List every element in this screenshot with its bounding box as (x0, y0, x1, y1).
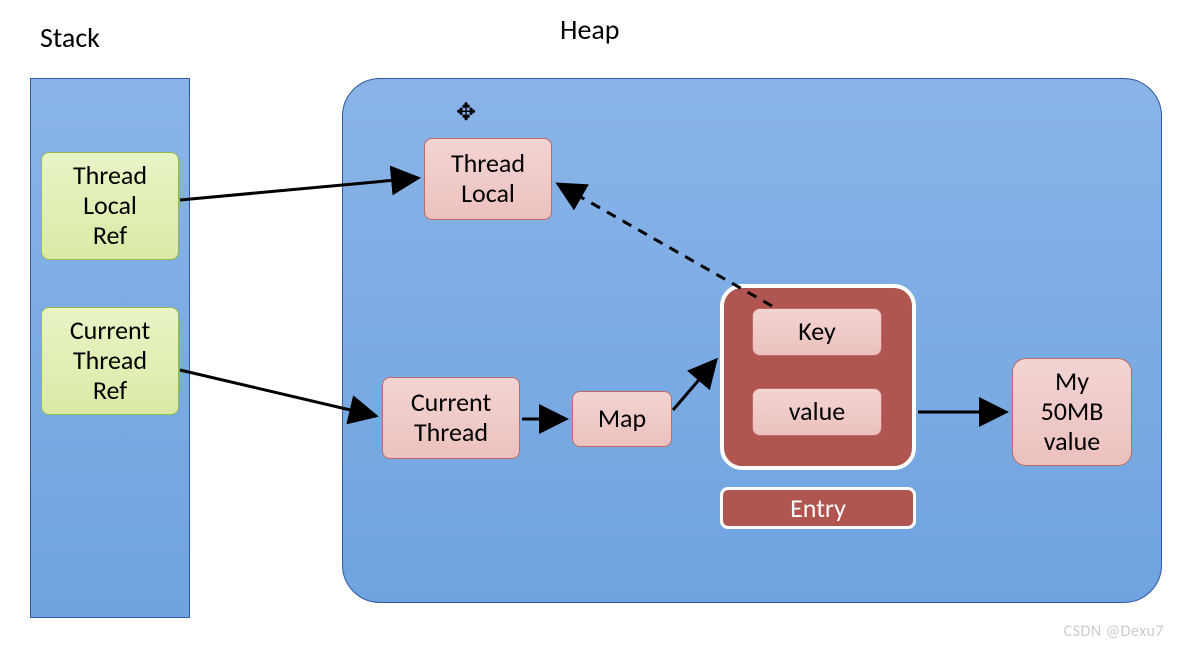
stack-title: Stack (40, 20, 100, 55)
thread-local-heap-box: Thread Local (424, 138, 552, 220)
entry-key-box: Key (752, 308, 882, 356)
current-thread-heap-box: Current Thread (382, 377, 520, 459)
move-cursor-icon: ✥ (456, 98, 476, 127)
current-thread-ref-box: Current Thread Ref (41, 307, 179, 415)
map-box: Map (572, 391, 672, 447)
thread-local-ref-box: Thread Local Ref (41, 152, 179, 260)
my-value-box: My 50MB value (1012, 358, 1132, 466)
entry-label: Entry (720, 487, 916, 529)
watermark-text: CSDN @Dexu7 (1064, 622, 1164, 641)
entry-value-box: value (752, 388, 882, 436)
heap-title: Heap (560, 12, 620, 47)
